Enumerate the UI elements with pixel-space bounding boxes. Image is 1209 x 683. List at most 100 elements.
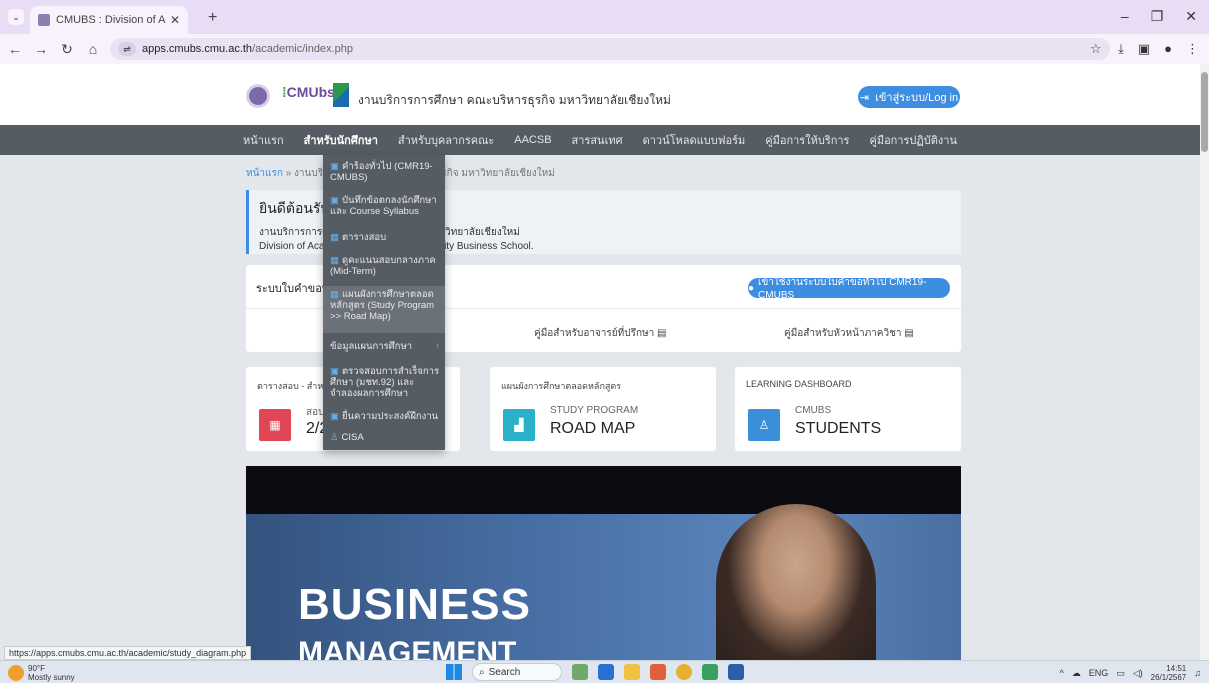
menu-kebab-icon[interactable]: ⋮	[1186, 41, 1199, 57]
task-view-icon[interactable]	[598, 664, 614, 680]
breadcrumb-home[interactable]: หน้าแรก	[246, 168, 283, 179]
chat-icon: ●	[748, 282, 755, 294]
status-link-preview: https://apps.cmubs.cmu.ac.th/academic/st…	[4, 646, 252, 660]
doc-icon: ▣	[330, 195, 339, 206]
sidebar-icon[interactable]: ▣	[1138, 41, 1150, 57]
dropdown-item-graduation-check[interactable]: ▣ ตรวจสอบการสำเร็จการศึกษา (มชท.92) และจำ…	[323, 366, 445, 404]
file-explorer-icon[interactable]	[624, 664, 640, 680]
chart-icon: ▟	[503, 409, 535, 441]
url-path: /academic/index.php	[252, 43, 353, 55]
main-menu: หน้าแรก สำหรับนักศึกษา สำหรับบุคลากรคณะ …	[0, 125, 1200, 155]
login-icon: ⇥	[859, 91, 870, 104]
doc-icon: ▣	[330, 366, 339, 377]
chevron-up-icon[interactable]: ^	[1059, 668, 1063, 678]
menu-item-service-manual[interactable]: คู่มือการให้บริการ	[755, 131, 859, 149]
forward-icon[interactable]: →	[30, 41, 52, 57]
taskbar-search-label: Search	[488, 666, 521, 678]
banner-headline: BUSINESS	[298, 580, 531, 629]
taskbar-apps: ⌕ Search	[446, 663, 744, 681]
address-bar[interactable]: ⇌ apps.cmubs.cmu.ac.th/academic/index.ph…	[110, 38, 1110, 60]
notification-bell-icon[interactable]: ♫	[1194, 668, 1201, 678]
weather-temp: 90°F	[28, 664, 45, 673]
clock[interactable]: 14:51 26/1/2567	[1151, 664, 1187, 682]
breadcrumb-separator: »	[285, 168, 292, 179]
card-sub: สอบ	[306, 407, 325, 418]
new-tab-button[interactable]: +	[208, 9, 217, 27]
volume-icon[interactable]: ◁)	[1133, 668, 1143, 679]
hero-banner[interactable]: BUSINESS MANAGEMENT	[246, 466, 961, 660]
restore-icon[interactable]: ❐	[1151, 8, 1164, 25]
page-scrollbar[interactable]	[1200, 64, 1209, 660]
card-title: แผนผังการศึกษาตลอดหลักสูตร	[501, 381, 622, 391]
dropdown-item-midterm-scores[interactable]: ▦ ดูคะแนนสอบกลางภาค (Mid-Term)	[323, 255, 445, 281]
home-icon[interactable]: ⌂	[82, 41, 104, 57]
department-head-guide-link[interactable]: คู่มือสำหรับหัวหน้าภาควิชา ▤	[784, 326, 914, 341]
line-icon[interactable]	[702, 664, 718, 680]
scrollbar-thumb[interactable]	[1201, 72, 1208, 152]
download-icon[interactable]: ⤓	[1118, 41, 1124, 57]
dropdown-item-internship[interactable]: ▣ ยื่นความประสงค์ฝึกงาน	[323, 411, 445, 425]
road-map-card[interactable]: แผนผังการศึกษาตลอดหลักสูตร ▟ STUDY PROGR…	[490, 367, 716, 451]
menu-item-students[interactable]: สำหรับนักศึกษา	[294, 131, 388, 149]
store-icon[interactable]	[650, 664, 666, 680]
taskbar-search[interactable]: ⌕ Search	[472, 663, 562, 681]
browser-tab[interactable]: CMUBS : Division of Academic ✕	[30, 6, 188, 34]
dropdown-item-label: คำร้องทั่วไป (CMR19-CMUBS)	[330, 161, 433, 183]
network-icon[interactable]: ▭	[1116, 668, 1125, 679]
site-header: ⁞CMUbs งานบริการการศึกษา คณะบริหารธุรกิจ…	[0, 64, 1200, 125]
menu-item-info[interactable]: สารสนเทศ	[562, 131, 633, 149]
university-logo[interactable]	[246, 84, 270, 108]
banner-person-image	[716, 504, 876, 660]
dropdown-item-cisa[interactable]: ♙ CISA	[323, 432, 445, 446]
menu-item-work-manual[interactable]: คู่มือการปฏิบัติงาน	[859, 131, 967, 149]
menu-item-home[interactable]: หน้าแรก	[233, 131, 294, 149]
cloud-icon[interactable]: ☁	[1072, 668, 1081, 679]
widgets-icon[interactable]	[572, 664, 588, 680]
dropdown-item-label: CISA	[341, 432, 364, 443]
menu-item-download-forms[interactable]: ดาวน์โหลดแบบฟอร์ม	[633, 131, 756, 149]
windows-start-icon[interactable]	[446, 664, 462, 680]
dropdown-item-label: ตารางสอบ	[341, 232, 387, 243]
profile-icon[interactable]: ●	[1164, 41, 1172, 57]
word-icon[interactable]	[728, 664, 744, 680]
weather-desc: Mostly sunny	[28, 673, 75, 682]
department-head-guide-label: คู่มือสำหรับหัวหน้าภาควิชา	[784, 328, 902, 339]
back-icon[interactable]: ←	[4, 41, 26, 57]
dropdown-item-general-request[interactable]: ▣ คำร้องทั่วไป (CMR19-CMUBS)	[323, 161, 445, 189]
card-title: LEARNING DASHBOARD	[746, 379, 852, 389]
request-system-button[interactable]: ● เข้าใช้งานระบบใบคำขอทั่วไป CMR19-CMUBS	[748, 277, 950, 301]
login-button[interactable]: ⇥ เข้าสู่ระบบ/Log in	[858, 86, 960, 108]
menu-item-staff[interactable]: สำหรับบุคลากรคณะ	[388, 131, 504, 149]
minimize-icon[interactable]: –	[1121, 8, 1129, 25]
advisor-guide-link[interactable]: คู่มือสำหรับอาจารย์ที่ปรึกษา ▤	[534, 326, 666, 341]
doc-icon: ▣	[330, 411, 339, 422]
page-viewport: ⁞CMUbs งานบริการการศึกษา คณะบริหารธุรกิจ…	[0, 64, 1200, 660]
language-indicator[interactable]: ENG	[1089, 668, 1109, 678]
students-dropdown-menu: ▣ คำร้องทั่วไป (CMR19-CMUBS) ▣ บันทึกข้อตก…	[323, 155, 445, 450]
learning-dashboard-card[interactable]: LEARNING DASHBOARD ♙ CMUBS STUDENTS	[735, 367, 961, 451]
dropdown-item-road-map[interactable]: ▦ แผนผังการศึกษาตลอดหลักสูตร (Study Progr…	[323, 286, 445, 333]
dropdown-item-syllabus[interactable]: ▣ บันทึกข้อตกลงนักศึกษาและ Course Syllabu…	[323, 195, 445, 223]
close-window-icon[interactable]: ✕	[1185, 8, 1197, 25]
dropdown-item-label: ดูคะแนนสอบกลางภาค (Mid-Term)	[330, 255, 436, 277]
card-value: ROAD MAP	[550, 420, 636, 437]
card-value: STUDENTS	[795, 420, 882, 437]
bookmark-star-icon[interactable]: ☆	[1090, 41, 1102, 57]
chrome-icon[interactable]	[676, 664, 692, 680]
cmubs-logo[interactable]: ⁞CMUbs	[282, 84, 335, 100]
banner-subheadline: MANAGEMENT	[298, 636, 517, 660]
search-icon: ⌕	[479, 666, 485, 678]
reload-icon[interactable]: ↻	[56, 41, 78, 58]
close-tab-icon[interactable]: ✕	[170, 13, 180, 27]
dropdown-item-exam-schedule[interactable]: ▦ ตารางสอบ	[323, 232, 445, 246]
site-info-icon[interactable]: ⇌	[118, 42, 136, 56]
menu-item-aacsb[interactable]: AACSB	[504, 134, 561, 146]
tab-search-button[interactable]: ⌄	[8, 9, 24, 25]
user-icon: ♙	[330, 432, 339, 443]
card-sub: STUDY PROGRAM	[550, 405, 639, 416]
dropdown-item-study-plan[interactable]: ข้อมูลแผนการศึกษา ›	[323, 336, 445, 358]
weather-widget[interactable]: 90°F Mostly sunny	[8, 664, 75, 682]
doc-icon: ▣	[330, 161, 339, 172]
os-taskbar: 90°F Mostly sunny ⌕ Search ^ ☁ ENG ▭ ◁) 14…	[0, 660, 1209, 683]
system-tray: ^ ☁ ENG ▭ ◁) 14:51 26/1/2567 ♫	[1059, 664, 1201, 682]
